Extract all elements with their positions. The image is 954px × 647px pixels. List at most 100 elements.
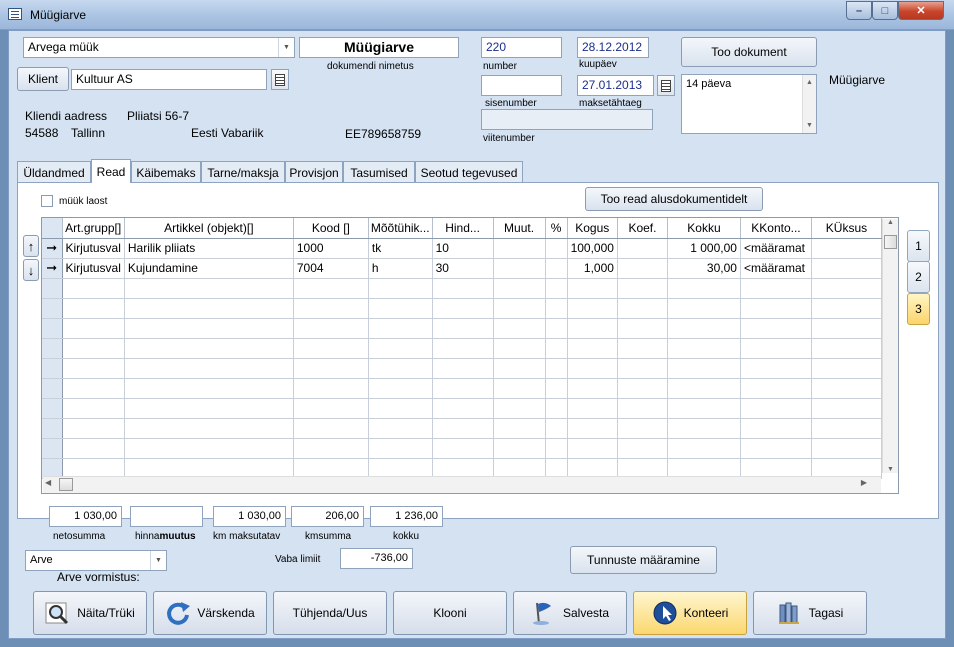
table-cell[interactable]: Kirjutusval — [62, 238, 125, 259]
tuhjenda-uus-button[interactable]: Tühjenda/Uus — [273, 591, 387, 635]
table-cell[interactable] — [567, 318, 618, 339]
scroll-up-icon[interactable]: ▲ — [883, 219, 898, 233]
column-header[interactable]: KKonto... — [740, 218, 812, 239]
column-header[interactable]: Art.grupp[] — [62, 218, 125, 239]
table-cell[interactable] — [617, 238, 668, 259]
table-cell[interactable] — [740, 458, 812, 479]
table-cell[interactable]: Harilik pliiats — [124, 238, 294, 259]
klooni-button[interactable]: Klooni — [393, 591, 507, 635]
table-cell[interactable] — [811, 418, 882, 439]
tab-uldandmed[interactable]: Üldandmed — [17, 161, 91, 183]
table-cell[interactable] — [567, 298, 618, 319]
notes-scrollbar[interactable]: ▲ ▼ — [802, 75, 816, 133]
table-cell[interactable] — [493, 338, 546, 359]
table-cell[interactable] — [545, 298, 568, 319]
table-cell[interactable] — [811, 258, 882, 279]
table-cell[interactable]: 30 — [432, 258, 494, 279]
table-cell[interactable] — [124, 338, 294, 359]
table-cell[interactable] — [493, 358, 546, 379]
table-cell[interactable] — [545, 358, 568, 379]
row-indicator[interactable] — [42, 378, 63, 399]
table-cell[interactable] — [493, 458, 546, 479]
grid-vertical-scrollbar[interactable]: ▲ ▼ — [882, 219, 898, 473]
table-cell[interactable] — [567, 278, 618, 299]
tab-provisjon[interactable]: Provisjon — [285, 161, 343, 183]
table-row[interactable] — [42, 338, 882, 359]
table-cell[interactable] — [432, 418, 494, 439]
table-cell[interactable] — [293, 278, 369, 299]
doc-name-field[interactable]: Müügiarve — [299, 37, 459, 58]
number-field[interactable]: 220 — [481, 37, 562, 58]
due-date-picker-icon[interactable] — [657, 75, 675, 96]
varskenda-button[interactable]: Värskenda — [153, 591, 267, 635]
table-cell[interactable] — [493, 378, 546, 399]
table-cell[interactable] — [368, 458, 433, 479]
table-cell[interactable] — [545, 318, 568, 339]
table-cell[interactable] — [545, 438, 568, 459]
table-cell[interactable] — [740, 418, 812, 439]
table-cell[interactable] — [493, 438, 546, 459]
scroll-left-icon[interactable]: ◀ — [45, 478, 51, 487]
table-cell[interactable] — [740, 358, 812, 379]
table-cell[interactable] — [667, 298, 741, 319]
table-cell[interactable] — [493, 278, 546, 299]
row-indicator[interactable] — [42, 458, 63, 479]
table-cell[interactable] — [124, 438, 294, 459]
table-cell[interactable] — [617, 438, 668, 459]
row-indicator[interactable] — [42, 278, 63, 299]
table-cell[interactable] — [62, 338, 125, 359]
notes-textarea[interactable]: 14 päeva ▲ ▼ — [681, 74, 817, 134]
table-cell[interactable] — [545, 258, 568, 279]
table-cell[interactable] — [62, 418, 125, 439]
scroll-down-icon[interactable]: ▼ — [883, 466, 898, 473]
table-cell[interactable] — [617, 338, 668, 359]
table-cell[interactable] — [293, 398, 369, 419]
table-cell[interactable] — [545, 338, 568, 359]
table-cell[interactable] — [62, 398, 125, 419]
chevron-down-icon[interactable]: ▼ — [278, 38, 294, 57]
table-row[interactable] — [42, 438, 882, 459]
tab-tarne-maksja[interactable]: Tarne/maksja — [201, 161, 285, 183]
table-cell[interactable] — [667, 358, 741, 379]
table-cell[interactable] — [617, 418, 668, 439]
table-cell[interactable] — [740, 398, 812, 419]
table-cell[interactable] — [811, 238, 882, 259]
column-header[interactable]: KÜksus — [811, 218, 882, 239]
table-cell[interactable] — [740, 338, 812, 359]
table-row[interactable] — [42, 318, 882, 339]
table-cell[interactable] — [567, 338, 618, 359]
row-indicator[interactable] — [42, 338, 63, 359]
column-header[interactable]: % — [545, 218, 568, 239]
viitenumber-field[interactable] — [481, 109, 653, 130]
column-header[interactable]: Kokku — [667, 218, 741, 239]
scroll-right-icon[interactable]: ▶ — [861, 478, 867, 487]
table-cell[interactable]: 10 — [432, 238, 494, 259]
table-cell[interactable] — [432, 298, 494, 319]
scroll-thumb-h[interactable] — [59, 478, 73, 491]
table-cell[interactable] — [811, 278, 882, 299]
table-cell[interactable] — [432, 458, 494, 479]
table-cell[interactable] — [493, 238, 546, 259]
table-cell[interactable] — [811, 398, 882, 419]
table-cell[interactable] — [667, 398, 741, 419]
table-cell[interactable]: 1,000 — [567, 258, 618, 279]
row-indicator[interactable] — [42, 398, 63, 419]
table-cell[interactable] — [368, 398, 433, 419]
table-cell[interactable] — [667, 278, 741, 299]
chevron-down-icon[interactable]: ▼ — [150, 551, 166, 570]
table-cell[interactable] — [545, 238, 568, 259]
table-cell[interactable] — [811, 438, 882, 459]
client-list-icon[interactable] — [271, 69, 289, 90]
row-indicator[interactable] — [42, 358, 63, 379]
table-cell[interactable] — [124, 278, 294, 299]
table-row[interactable] — [42, 458, 882, 479]
table-cell[interactable] — [368, 338, 433, 359]
page-3-button[interactable]: 3 — [907, 293, 930, 325]
column-header[interactable]: Muut. — [493, 218, 546, 239]
table-cell[interactable] — [293, 458, 369, 479]
table-cell[interactable] — [545, 458, 568, 479]
table-cell[interactable] — [667, 418, 741, 439]
table-cell[interactable] — [62, 298, 125, 319]
table-cell[interactable] — [811, 318, 882, 339]
table-cell[interactable] — [545, 278, 568, 299]
